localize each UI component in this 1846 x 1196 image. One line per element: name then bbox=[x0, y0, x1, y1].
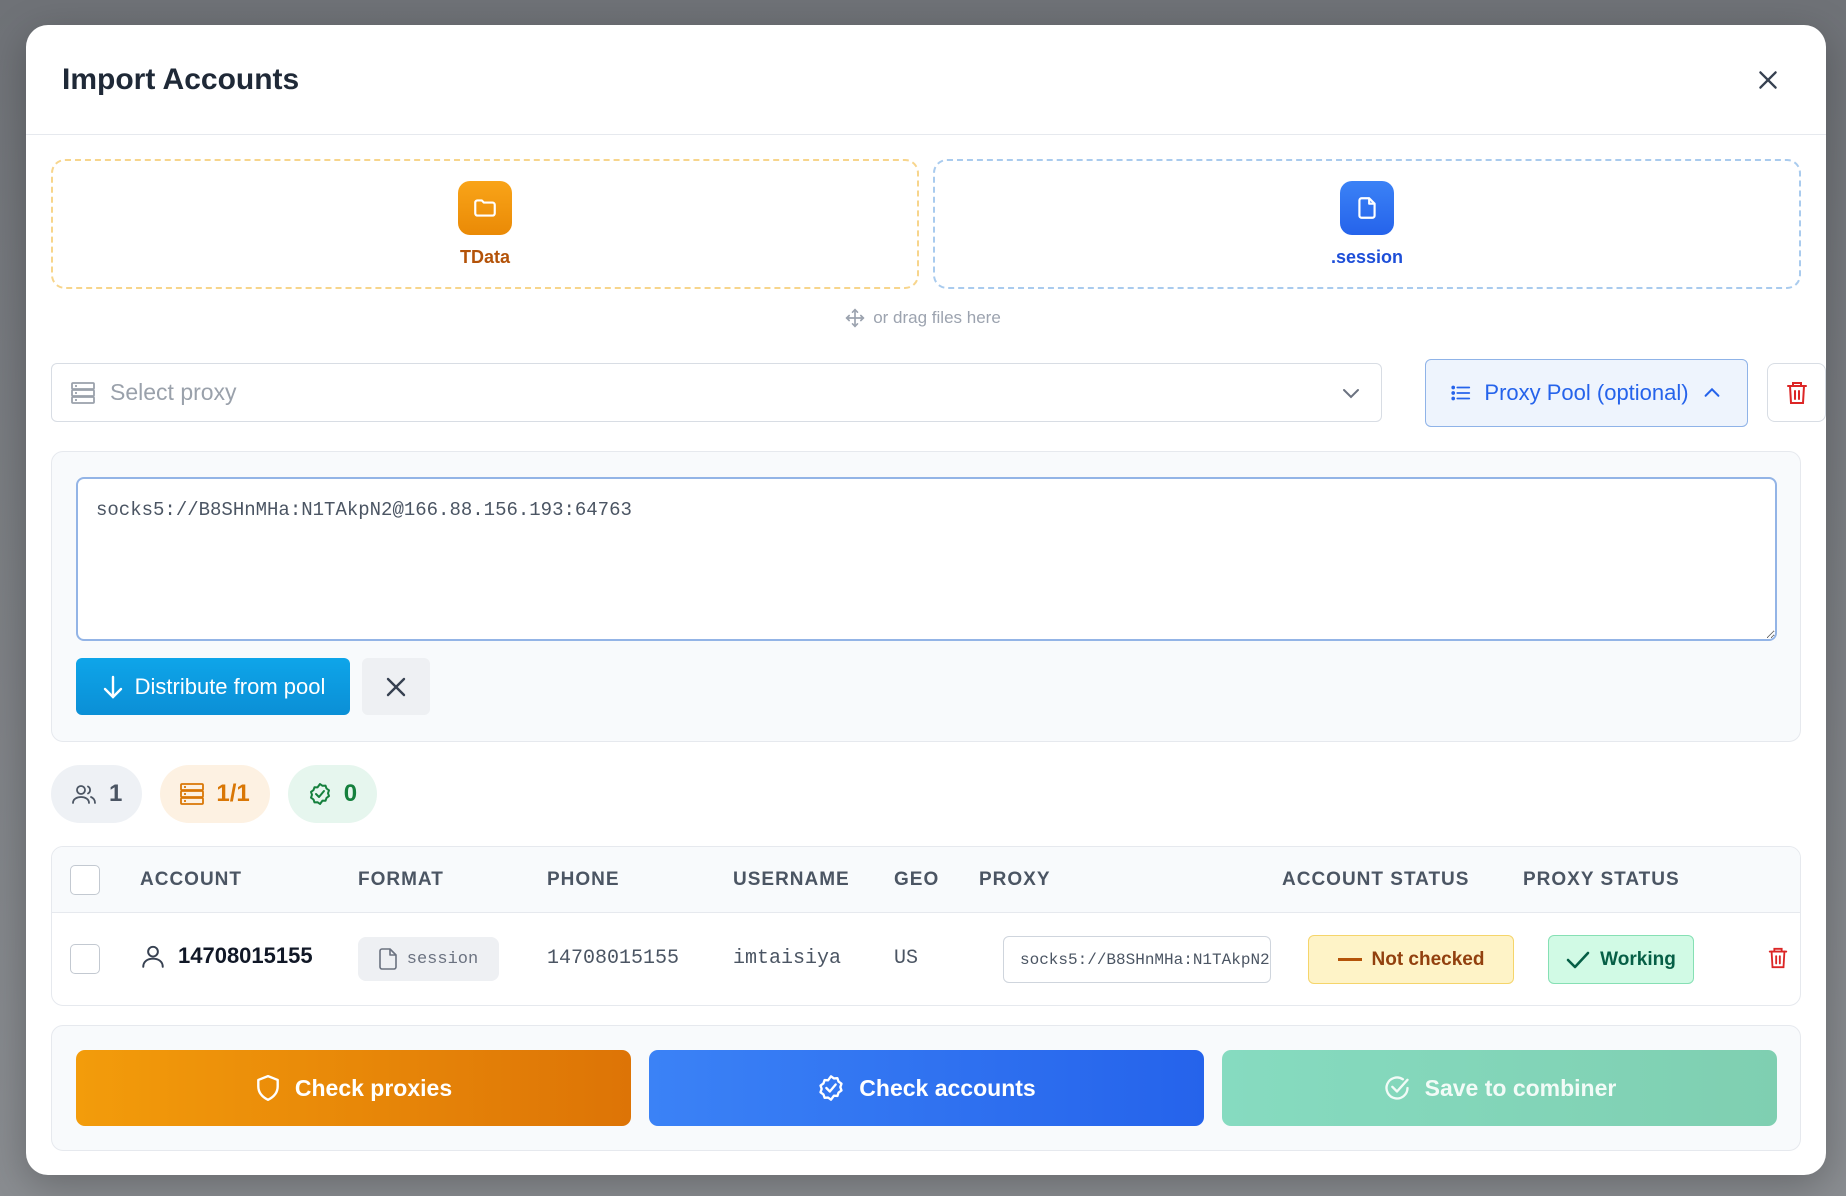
list-icon bbox=[1451, 385, 1471, 401]
dash-icon bbox=[1337, 957, 1362, 961]
close-icon bbox=[1759, 70, 1777, 89]
proxy-select-placeholder: Select proxy bbox=[110, 379, 237, 405]
drag-hint-text: or drag files here bbox=[873, 308, 1001, 327]
delete-row-button[interactable] bbox=[1767, 945, 1795, 975]
save-to-combiner-button[interactable]: Save to combiner bbox=[1222, 1050, 1777, 1126]
header-phone: PHONE bbox=[547, 869, 620, 890]
tdata-label: TData bbox=[459, 246, 510, 267]
accounts-table: ACCOUNT FORMAT PHONE USERNAME GEO PROXY … bbox=[51, 846, 1801, 1006]
geo-value: US bbox=[894, 947, 919, 970]
account-id: 14708015155 bbox=[178, 943, 313, 968]
modal-header: Import Accounts bbox=[26, 25, 1826, 135]
accounts-count-badge: 1 bbox=[51, 765, 143, 823]
chevron-up-icon bbox=[1704, 387, 1720, 397]
save-label: Save to combiner bbox=[1424, 1074, 1617, 1101]
file-icon bbox=[1340, 180, 1394, 235]
proxy-status-text: Working bbox=[1600, 948, 1676, 970]
check-badge-icon bbox=[819, 1075, 843, 1101]
proxy-status-badge: Working bbox=[1548, 935, 1694, 984]
user-icon bbox=[142, 945, 164, 968]
account-status-text: Not checked bbox=[1371, 948, 1485, 970]
session-upload-zone[interactable]: .session bbox=[933, 159, 1801, 289]
proxy-controls: Select proxy Proxy Pool (optional) bbox=[51, 358, 1826, 428]
proxy-pool-label: Proxy Pool (optional) bbox=[1484, 380, 1689, 405]
check-circle-icon bbox=[1385, 1076, 1409, 1100]
users-icon bbox=[72, 785, 96, 804]
header-account-status: ACCOUNT STATUS bbox=[1282, 869, 1470, 890]
table-header: ACCOUNT FORMAT PHONE USERNAME GEO PROXY … bbox=[52, 847, 1800, 913]
move-icon bbox=[845, 308, 865, 328]
action-panel: Check proxies Check accounts Save to com… bbox=[51, 1025, 1801, 1151]
format-value: session bbox=[406, 949, 479, 969]
distribute-label: Distribute from pool bbox=[134, 673, 326, 699]
server-icon bbox=[180, 783, 205, 805]
proxy-pool-textarea[interactable] bbox=[76, 477, 1777, 641]
check-proxies-button[interactable]: Check proxies bbox=[76, 1050, 631, 1126]
proxies-count: 1/1 bbox=[216, 780, 250, 807]
server-icon bbox=[71, 381, 95, 404]
account-cell: 14708015155 bbox=[140, 943, 313, 969]
header-proxy: PROXY bbox=[979, 869, 1051, 890]
folder-icon bbox=[458, 180, 512, 235]
clear-pool-button[interactable] bbox=[362, 658, 430, 715]
modal-title: Import Accounts bbox=[62, 62, 300, 96]
distribute-from-pool-button[interactable]: Distribute from pool bbox=[76, 658, 350, 715]
proxy-pool-button[interactable]: Proxy Pool (optional) bbox=[1425, 359, 1748, 427]
accounts-count: 1 bbox=[109, 780, 123, 807]
file-icon bbox=[378, 948, 397, 970]
valid-count-badge: 0 bbox=[287, 765, 378, 823]
header-username: USERNAME bbox=[733, 869, 850, 890]
arrow-down-icon bbox=[103, 675, 122, 699]
chevron-down-icon bbox=[1343, 388, 1359, 398]
session-label: .session bbox=[1330, 246, 1404, 267]
check-icon bbox=[1566, 951, 1590, 968]
header-proxy-status: PROXY STATUS bbox=[1523, 869, 1680, 890]
check-badge-icon bbox=[309, 783, 330, 805]
delete-proxy-button[interactable] bbox=[1767, 363, 1826, 422]
row-proxy-input[interactable]: socks5://B8SHnMHa:N1TAkpN2@166.88.156.19… bbox=[1003, 936, 1271, 983]
proxy-select[interactable]: Select proxy bbox=[51, 363, 1382, 422]
trash-icon bbox=[1786, 381, 1807, 404]
close-icon bbox=[386, 677, 406, 696]
select-all-checkbox[interactable] bbox=[70, 865, 100, 895]
proxies-count-badge: 1/1 bbox=[160, 765, 270, 823]
tdata-upload-zone[interactable]: TData bbox=[51, 159, 919, 289]
row-checkbox[interactable] bbox=[70, 944, 100, 974]
format-badge: session bbox=[358, 937, 499, 981]
account-status-badge: Not checked bbox=[1308, 935, 1514, 984]
valid-count: 0 bbox=[343, 780, 358, 807]
trash-icon bbox=[1768, 947, 1788, 969]
header-account: ACCOUNT bbox=[140, 869, 242, 890]
phone-value: 14708015155 bbox=[547, 947, 680, 970]
check-proxies-label: Check proxies bbox=[294, 1074, 453, 1101]
stats-row: 1 1/1 0 bbox=[51, 765, 378, 823]
drag-hint: or drag files here bbox=[0, 308, 1846, 328]
table-row: 14708015155 session 14708015155 imtaisiy… bbox=[52, 913, 1800, 1005]
username-value: imtaisiya bbox=[733, 947, 842, 970]
header-geo: GEO bbox=[894, 869, 940, 890]
close-button[interactable] bbox=[1746, 58, 1790, 102]
check-accounts-label: Check accounts bbox=[859, 1074, 1036, 1101]
shield-icon bbox=[256, 1074, 279, 1102]
check-accounts-button[interactable]: Check accounts bbox=[649, 1050, 1204, 1126]
upload-options: TData .session bbox=[51, 159, 1801, 289]
header-format: FORMAT bbox=[358, 869, 444, 890]
